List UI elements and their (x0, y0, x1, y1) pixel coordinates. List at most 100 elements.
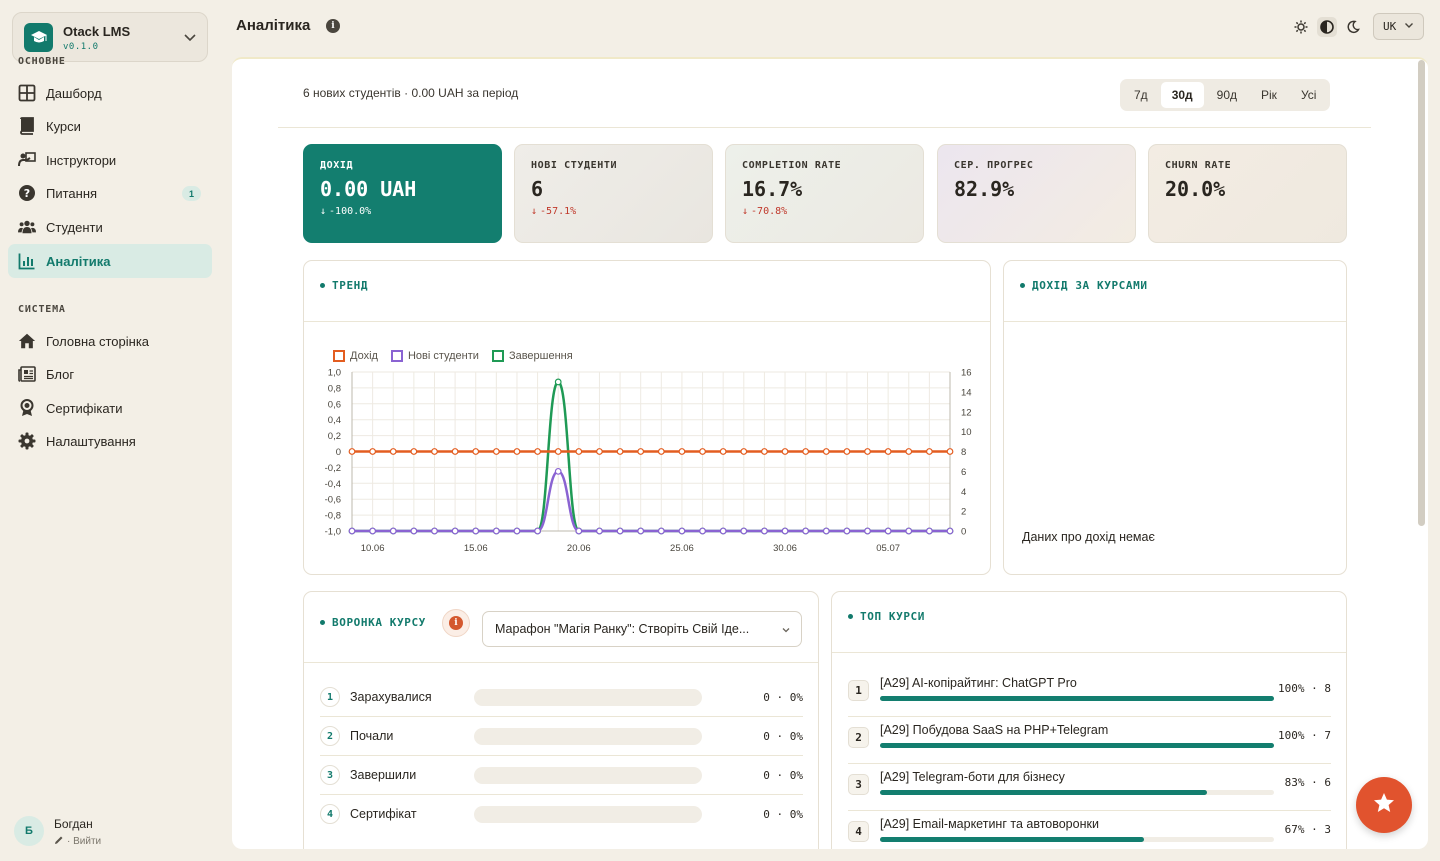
data-point (781, 527, 789, 535)
step-label: Зарахувалися (350, 690, 432, 704)
step-value: 0 · 0% (763, 691, 803, 704)
x-tick-label: 30.06 (773, 543, 797, 554)
info-icon: i (449, 616, 463, 630)
newspaper-icon (18, 365, 36, 383)
data-point (678, 527, 686, 535)
card-header: ТОП КУРСИ (832, 592, 1346, 653)
y-left-tick-label: 0,8 (328, 383, 341, 394)
course-stat: 100% · 8 (1278, 682, 1331, 695)
y-left-tick-label: 1,0 (328, 368, 341, 379)
step-bar (474, 806, 702, 823)
course-select[interactable]: Марафон "Магія Ранку": Створіть Свій Іде… (482, 611, 802, 647)
scrollbar[interactable] (1418, 60, 1425, 526)
top-course-row[interactable]: 3 [A29] Telegram-боти для бізнесу 83% · … (848, 764, 1331, 811)
kpi-label: СЕР. ПРОГРЕС (954, 160, 1034, 171)
sidebar-item-dashboard[interactable]: Дашборд (8, 76, 212, 110)
sidebar-item-instructors[interactable]: Інструктори (8, 143, 212, 177)
chart-icon (18, 252, 36, 270)
period-30d[interactable]: 30д (1160, 82, 1204, 108)
top-course-row[interactable]: 2 [A29] Побудова SaaS на PHP+Telegram 10… (848, 717, 1331, 764)
kpi-change: ↓ -100.0% (320, 206, 485, 217)
book-icon (18, 117, 36, 135)
info-icon[interactable]: i (326, 19, 340, 33)
course-progress-track (880, 696, 1274, 701)
data-point (410, 448, 418, 455)
y-left-tick-label: 0,2 (328, 431, 341, 442)
data-point (616, 448, 624, 455)
data-point (822, 448, 830, 455)
question-icon: ? (18, 184, 36, 202)
sidebar-item-home[interactable]: Головна сторінка (8, 324, 212, 358)
sidebar-item-questions[interactable]: ? Питання 1 (8, 176, 212, 210)
contrast-icon[interactable] (1317, 17, 1337, 37)
period-selector: 7д 30д 90д Рік Усі (1120, 79, 1331, 111)
rank-number: 4 (848, 821, 869, 842)
logout-link[interactable]: · Вийти (54, 835, 101, 848)
kpi-label: CHURN RATE (1165, 160, 1232, 171)
y-left-tick-label: 0,4 (328, 415, 341, 426)
top-courses-card: ТОП КУРСИ 1 [A29] AI-копірайтинг: ChatGP… (831, 591, 1347, 849)
sidebar-item-label: Головна сторінка (46, 333, 150, 349)
top-course-row[interactable]: 1 [A29] AI-копірайтинг: ChatGPT Pro 100%… (848, 670, 1331, 717)
sidebar-item-courses[interactable]: Курси (8, 109, 212, 143)
sidebar-item-certificates[interactable]: Сертифікати (8, 391, 212, 425)
data-point (864, 527, 871, 535)
period-90d[interactable]: 90д (1206, 82, 1248, 108)
data-point (472, 448, 480, 455)
data-point (369, 448, 377, 455)
kpi-label: ДОХІД (320, 160, 354, 171)
app-switcher[interactable]: Otack LMS v0.1.0 (12, 12, 208, 62)
kpi-value: 16.7% (742, 177, 803, 201)
kpi-revenue: ДОХІД 0.00 UAH ↓ -100.0% (303, 144, 502, 243)
period-year[interactable]: Рік (1250, 82, 1288, 108)
series-line (352, 470, 950, 533)
data-point (431, 527, 438, 535)
data-point (348, 448, 356, 455)
data-point (699, 527, 706, 535)
funnel-row: 3 Завершили 0 · 0% (320, 756, 803, 795)
chevron-down-icon (781, 624, 791, 638)
data-point (843, 527, 851, 535)
sidebar-item-settings[interactable]: Налаштування (8, 424, 212, 458)
data-point (369, 527, 377, 535)
data-point (637, 448, 645, 455)
card-title: ТОП КУРСИ (848, 610, 925, 623)
y-left-tick-label: -0,6 (325, 495, 341, 506)
sidebar-item-students[interactable]: Студенти (8, 210, 212, 244)
top-course-row[interactable]: 4 [A29] Email-маркетинг та автоворонки 6… (848, 811, 1331, 849)
data-point (657, 448, 665, 455)
period-all[interactable]: Усі (1290, 82, 1328, 108)
moon-icon[interactable] (1343, 17, 1363, 37)
course-stat: 67% · 3 (1284, 823, 1331, 836)
sidebar-item-blog[interactable]: Блог (8, 357, 212, 391)
trend-chart: 1,0 0,8 0,6 0,4 0,2 0 -0,2 -0,4 -0,6 -0,8 -1,0 16 14… (325, 368, 972, 555)
sidebar-item-analytics[interactable]: Аналітика (8, 244, 212, 278)
data-point (575, 448, 583, 455)
data-point (492, 527, 500, 535)
sun-icon[interactable] (1291, 17, 1311, 37)
course-stat: 100% · 7 (1278, 729, 1331, 742)
x-tick-label: 05.07 (876, 543, 900, 554)
step-number: 2 (320, 726, 340, 746)
y-right-tick-label: 10 (961, 427, 972, 438)
period-7d[interactable]: 7д (1123, 82, 1159, 108)
language-select[interactable]: UK (1373, 13, 1424, 40)
arrow-down-icon: ↓ (531, 206, 538, 217)
course-name: [A29] AI-копірайтинг: ChatGPT Pro (880, 676, 1077, 690)
step-value: 0 · 0% (763, 730, 803, 743)
card-header: ДОХІД ЗА КУРСАМИ (1004, 261, 1346, 322)
data-point (884, 527, 892, 535)
favorite-button[interactable] (1356, 777, 1412, 833)
data-point (925, 448, 933, 455)
sidebar-item-label: Аналітика (46, 253, 111, 269)
y-right-tick-label: 16 (961, 368, 972, 379)
section-title-system: СИСТЕМА (18, 304, 66, 315)
course-name: [A29] Побудова SaaS на PHP+Telegram (880, 723, 1109, 737)
kpi-label: COMPLETION RATE (742, 160, 842, 171)
app-name: Otack LMS (63, 24, 131, 39)
rank-number: 3 (848, 774, 869, 795)
y-right-tick-label: 0 (961, 527, 966, 538)
info-button[interactable]: i (442, 609, 470, 637)
funnel-row: 1 Зарахувалися 0 · 0% (320, 678, 803, 717)
course-progress-track (880, 743, 1274, 748)
